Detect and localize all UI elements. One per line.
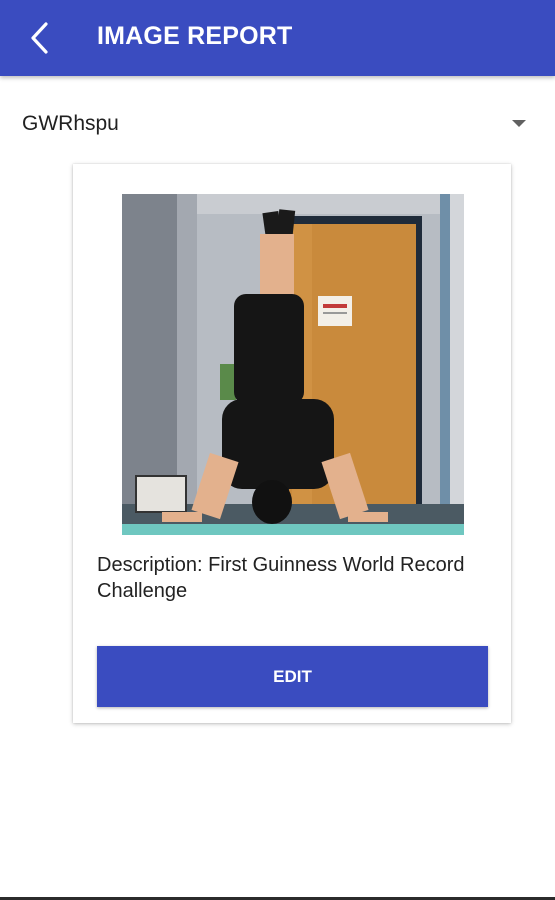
edit-button[interactable]: EDIT	[97, 646, 488, 707]
page-title: IMAGE REPORT	[97, 22, 293, 50]
report-select[interactable]: GWRhspu	[0, 100, 555, 148]
back-chevron-icon	[31, 22, 48, 54]
app-bar: IMAGE REPORT	[0, 0, 555, 76]
back-button[interactable]	[18, 16, 62, 60]
report-photo	[122, 194, 464, 535]
image-description: Description: First Guinness World Record…	[97, 554, 465, 602]
dropdown-arrow-icon[interactable]	[512, 120, 526, 128]
report-select-value: GWRhspu	[22, 112, 119, 135]
photo-illustration	[122, 194, 464, 535]
image-report-card: Description: First Guinness World Record…	[73, 164, 511, 723]
